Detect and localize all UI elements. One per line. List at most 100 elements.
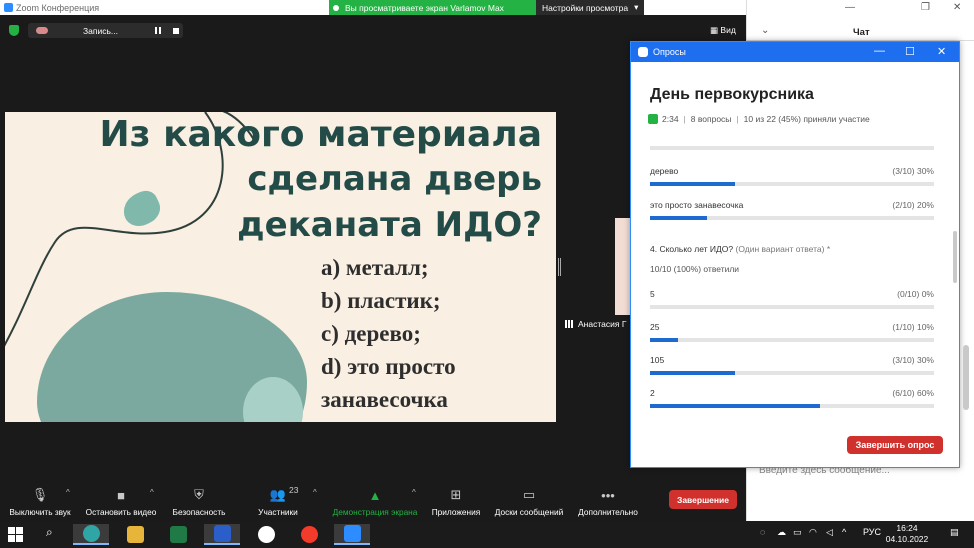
end-poll-label: Завершить опрос xyxy=(855,440,935,450)
close-icon[interactable]: ✕ xyxy=(937,45,946,58)
notification-icon[interactable]: ◌ xyxy=(760,527,765,537)
view-settings-label: Настройки просмотра xyxy=(542,2,629,13)
more-label: Дополнительно xyxy=(578,507,638,517)
poll-option-fill xyxy=(650,338,679,342)
poll-option: 2 (6/10) 60% xyxy=(650,388,934,408)
whiteboard-icon: ▭ xyxy=(522,487,536,502)
end-poll-button[interactable]: Завершить опрос xyxy=(847,436,943,454)
divider: | xyxy=(736,114,739,124)
window-title: Zoom Конференция xyxy=(16,2,100,13)
screen-share-banner: Вы просматриваете экран Varlamov Max xyxy=(329,0,536,15)
restore-icon[interactable]: ❐ xyxy=(921,2,930,13)
slide-question-line-3: деканата ИДО? xyxy=(237,205,542,245)
poll-option-label: 5 xyxy=(650,289,655,299)
poll-option-result: (3/10) 30% xyxy=(892,355,934,365)
poll-option: это просто занавесочка (2/10) 20% xyxy=(650,200,934,220)
taskbar-zoom[interactable] xyxy=(334,524,370,545)
polls-scrollbar[interactable] xyxy=(953,231,957,283)
video-options-chevron-icon[interactable]: ^ xyxy=(150,488,154,497)
slide-answer-b: b) пластик; xyxy=(321,288,441,313)
taskbar-edge[interactable] xyxy=(73,524,109,545)
folder-icon xyxy=(126,526,144,543)
chevron-down-icon[interactable]: ⌄ xyxy=(761,25,769,36)
chevron-up-icon[interactable]: ^ xyxy=(842,527,846,537)
chat-scrollbar[interactable] xyxy=(963,345,969,410)
view-button[interactable]: ▦ Вид xyxy=(710,25,736,36)
edge-icon xyxy=(82,525,100,542)
apps-button[interactable]: ⊞ Приложения xyxy=(428,483,484,521)
excel-icon xyxy=(169,526,187,543)
stop-recording-icon[interactable] xyxy=(172,27,179,34)
minimize-icon[interactable]: — xyxy=(845,2,855,13)
microphone-icon: 🎙 xyxy=(31,487,49,502)
notifications-center-icon[interactable]: ▤ xyxy=(950,527,959,538)
poll-option-bar xyxy=(650,305,934,309)
share-screen-button[interactable]: ▲ Демонстрация экрана xyxy=(330,483,420,521)
clock-time: 16:24 xyxy=(896,523,918,533)
apps-icon: ⊞ xyxy=(450,487,462,502)
whiteboards-label: Доски сообщений xyxy=(494,507,564,517)
participants-options-chevron-icon[interactable]: ^ xyxy=(313,488,317,497)
taskbar-word[interactable] xyxy=(204,524,240,545)
participants-count: 23 xyxy=(289,485,299,495)
close-icon[interactable]: ✕ xyxy=(953,2,961,13)
taskbar-excel[interactable] xyxy=(160,524,196,545)
poll-option-label: 105 xyxy=(650,355,665,365)
poll-answered-count: 10/10 (100%) ответили xyxy=(650,264,740,274)
poll-question-4: 4. Сколько лет ИДО? (Один вариант ответа… xyxy=(650,244,830,254)
poll-option-label: это просто занавесочка xyxy=(650,200,744,210)
network-icon[interactable]: ◠ xyxy=(809,527,817,538)
more-button[interactable]: ••• Дополнительно xyxy=(576,483,640,521)
encryption-shield-icon[interactable] xyxy=(9,25,19,36)
poll-option-result: (6/10) 60% xyxy=(892,388,934,398)
poll-option-label: 25 xyxy=(650,322,660,332)
share-screen-label: Демонстрация экрана xyxy=(332,507,418,517)
stop-video-button[interactable]: ■ Остановить видео xyxy=(83,483,159,521)
taskbar-yandex-browser[interactable] xyxy=(248,524,284,545)
clock[interactable]: 16:24 04.10.2022 xyxy=(884,523,930,545)
audio-options-chevron-icon[interactable]: ^ xyxy=(66,488,70,497)
polls-window: Опросы — ☐ ✕ День первокурсника 2:34 | 8… xyxy=(630,41,960,468)
shared-slide: Из какого материала сделана дверь декана… xyxy=(5,112,556,422)
video-camera-icon: ■ xyxy=(117,488,125,503)
share-screen-icon: ▲ xyxy=(368,488,382,503)
battery-icon[interactable]: ▭ xyxy=(793,527,802,538)
poll-option-result: (2/10) 20% xyxy=(892,200,934,210)
minimize-icon[interactable]: — xyxy=(874,45,885,57)
search-icon[interactable]: ⌕ xyxy=(46,525,53,540)
poll-option-bar xyxy=(650,182,934,186)
progress-bar xyxy=(650,146,934,150)
share-options-chevron-icon[interactable]: ^ xyxy=(412,488,416,497)
security-button[interactable]: ⛨ Безопасность xyxy=(170,483,228,521)
poll-option-bar xyxy=(650,338,934,342)
divider: | xyxy=(683,114,686,124)
participant-name-tag: Анастасия Г xyxy=(565,319,626,329)
windows-start-icon[interactable] xyxy=(8,527,23,542)
meeting-toolbar: 🎙 Выключить звук ^ ■ Остановить видео ^ … xyxy=(0,483,746,521)
poll-question-count: 8 вопросы xyxy=(690,114,732,124)
poll-question-text: 4. Сколько лет ИДО? xyxy=(650,244,734,254)
cloud-icon[interactable]: ☁ xyxy=(777,527,786,538)
taskbar-explorer[interactable] xyxy=(117,524,153,545)
view-grid-icon: ▦ xyxy=(710,25,719,35)
volume-icon[interactable]: ◁ xyxy=(826,527,833,538)
yandex-browser-icon xyxy=(257,526,275,543)
security-label: Безопасность xyxy=(172,507,226,517)
slide-question-line-1: Из какого материала xyxy=(99,114,543,155)
split-drag-handle[interactable] xyxy=(558,258,561,276)
slide-answer-d-cont: занавесочка xyxy=(321,387,448,412)
pause-recording-icon[interactable] xyxy=(154,27,161,34)
word-icon xyxy=(213,525,231,542)
whiteboards-button[interactable]: ▭ Доски сообщений xyxy=(492,483,566,521)
mute-button[interactable]: 🎙 Выключить звук xyxy=(6,483,74,521)
taskbar-yandex[interactable] xyxy=(291,524,327,545)
signal-bars-icon xyxy=(565,320,575,328)
poll-option-fill xyxy=(650,371,736,375)
poll-option-label: дерево xyxy=(650,166,679,176)
poll-option-fill xyxy=(650,182,736,186)
language-indicator[interactable]: РУС xyxy=(863,527,881,537)
end-meeting-button[interactable]: Завершение xyxy=(669,490,737,509)
maximize-icon[interactable]: ☐ xyxy=(905,45,915,58)
poll-option-bar xyxy=(650,216,934,220)
view-settings-button[interactable]: Настройки просмотра ▾ xyxy=(536,0,644,15)
